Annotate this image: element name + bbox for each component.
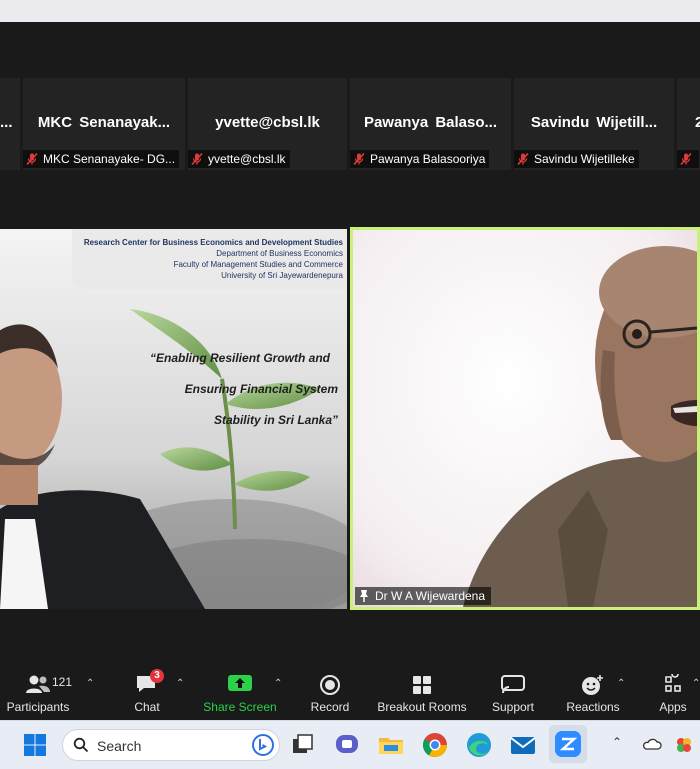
participant-name: Pawanya Balaso... <box>363 114 498 131</box>
breakout-rooms-button[interactable]: Breakout Rooms <box>372 664 472 720</box>
task-view-icon[interactable] <box>288 730 318 760</box>
window-title-bar <box>0 0 700 22</box>
teams-chat-icon[interactable] <box>332 730 362 760</box>
participant-tag: MKC Senanayake- DG... <box>23 150 180 168</box>
support-label: Support <box>491 700 535 714</box>
reactions-caret-icon[interactable]: ⌃ <box>617 678 625 689</box>
file-explorer-icon[interactable] <box>376 730 406 760</box>
mic-muted-icon <box>517 152 529 166</box>
participants-icon <box>26 675 50 693</box>
slide-title-line: Stability in Sri Lanka” <box>213 413 338 427</box>
slide-title: “Enabling Resilient Growth and Ensuring … <box>150 343 338 436</box>
chat-button[interactable]: 3 Chat <box>118 664 176 720</box>
reactions-label: Reactions <box>566 700 620 714</box>
participant-tag: yvette@cbsl.lk <box>188 150 290 168</box>
record-button[interactable]: Record <box>302 664 358 720</box>
color-app-icon[interactable] <box>674 735 694 755</box>
record-icon <box>320 675 340 695</box>
mic-muted-icon <box>191 152 203 166</box>
speaker-name: Dr W A Wijewardena <box>375 589 486 603</box>
apps-icon <box>665 674 681 692</box>
apps-button[interactable]: Apps <box>646 664 700 720</box>
windows-taskbar: Search ⌃ <box>0 720 700 769</box>
share-screen-label: Share Screen <box>203 700 277 714</box>
apps-caret-icon[interactable]: ⌃ <box>692 678 700 689</box>
participant-tile[interactable]: 2 <box>677 78 700 170</box>
speaker-video <box>353 230 697 607</box>
zoom-app-active[interactable] <box>549 725 587 763</box>
participants-label: Participants <box>6 700 70 714</box>
chat-caret-icon[interactable]: ⌃ <box>176 678 184 689</box>
slide-header-line: Faculty of Management Studies and Commer… <box>173 260 343 269</box>
mail-icon[interactable] <box>508 730 538 760</box>
slide-header: Research Center for Business Economics a… <box>73 237 343 281</box>
participant-tag-label: MKC Senanayake- DG... <box>43 152 176 166</box>
participants-caret-icon[interactable]: ⌃ <box>86 678 94 689</box>
record-label: Record <box>310 700 350 714</box>
participant-tile[interactable]: yvette@cbsl.lk yvette@cbsl.lk <box>188 78 347 170</box>
bing-icon <box>252 734 274 756</box>
share-screen-button[interactable]: Share Screen <box>200 664 280 720</box>
participants-button[interactable]: 121 Participants <box>0 664 76 720</box>
participants-count: 121 <box>52 675 73 689</box>
search-icon <box>73 737 89 753</box>
taskbar-search[interactable]: Search <box>62 729 280 761</box>
meeting-toolbar: 121 Participants ⌃ 3 Chat ⌃ Share Screen… <box>0 664 700 720</box>
participant-name: ... <box>0 114 13 131</box>
edge-icon[interactable] <box>464 730 494 760</box>
share-caret-icon[interactable]: ⌃ <box>274 678 282 689</box>
participant-tile[interactable]: Savindu Wijetill... Savindu Wijetilleke <box>514 78 674 170</box>
slide-title-line: Ensuring Financial System <box>184 382 338 396</box>
zoom-icon <box>555 731 581 757</box>
tray-expand-icon[interactable]: ⌃ <box>612 735 622 749</box>
mic-muted-icon <box>353 152 365 166</box>
participant-tag-label: Pawanya Balasooriya <box>370 152 486 166</box>
participant-tile[interactable]: Pawanya Balaso... Pawanya Balasooriya <box>350 78 511 170</box>
chat-label: Chat <box>134 700 160 714</box>
participant-tile[interactable]: MKC Senanayak... MKC Senanayake- DG... <box>23 78 185 170</box>
slide-header-line: University of Sri Jayewardenepura <box>221 271 343 280</box>
onedrive-icon[interactable] <box>642 736 662 752</box>
slide-header-line: Department of Business Economics <box>216 249 343 258</box>
participant-name: MKC Senanayak... <box>37 114 171 131</box>
chat-badge: 3 <box>150 669 164 683</box>
reactions-button[interactable]: Reactions <box>560 664 626 720</box>
slide-header-line: Research Center for Business Economics a… <box>83 238 343 247</box>
mic-muted-icon <box>680 152 692 166</box>
pin-icon <box>360 590 368 602</box>
chrome-icon[interactable] <box>420 730 450 760</box>
participant-tag <box>677 150 699 168</box>
participant-tag: Pawanya Balasooriya <box>350 150 490 168</box>
participant-name: 2 <box>695 114 700 131</box>
participant-strip: ... MKC Senanayak... MKC Senanayake- DG.… <box>0 78 700 170</box>
reactions-icon <box>582 675 603 695</box>
share-screen-icon <box>228 675 252 691</box>
participant-name: Savindu Wijetill... <box>530 114 658 131</box>
participant-tag-label: Savindu Wijetilleke <box>534 152 635 166</box>
support-button[interactable]: Support <box>482 664 544 720</box>
active-speaker-tile[interactable]: Dr W A Wijewardena <box>350 227 700 610</box>
speaker-name-tag: Dr W A Wijewardena <box>355 587 492 605</box>
participant-tag-label: yvette@cbsl.lk <box>208 152 286 166</box>
slide-title-line: “Enabling Resilient Growth and <box>150 351 331 365</box>
breakout-rooms-label: Breakout Rooms <box>377 700 467 714</box>
participant-tag: Savindu Wijetilleke <box>514 150 639 168</box>
windows-start-icon[interactable] <box>20 730 50 760</box>
breakout-rooms-icon <box>413 676 431 694</box>
support-icon <box>501 675 525 694</box>
participant-tile[interactable]: ... <box>0 78 20 170</box>
participant-name: yvette@cbsl.lk <box>215 114 320 131</box>
mic-muted-icon <box>26 152 38 166</box>
search-placeholder: Search <box>97 738 142 754</box>
apps-label: Apps <box>659 700 687 714</box>
shared-video-tile[interactable]: Research Center for Business Economics a… <box>0 229 347 609</box>
